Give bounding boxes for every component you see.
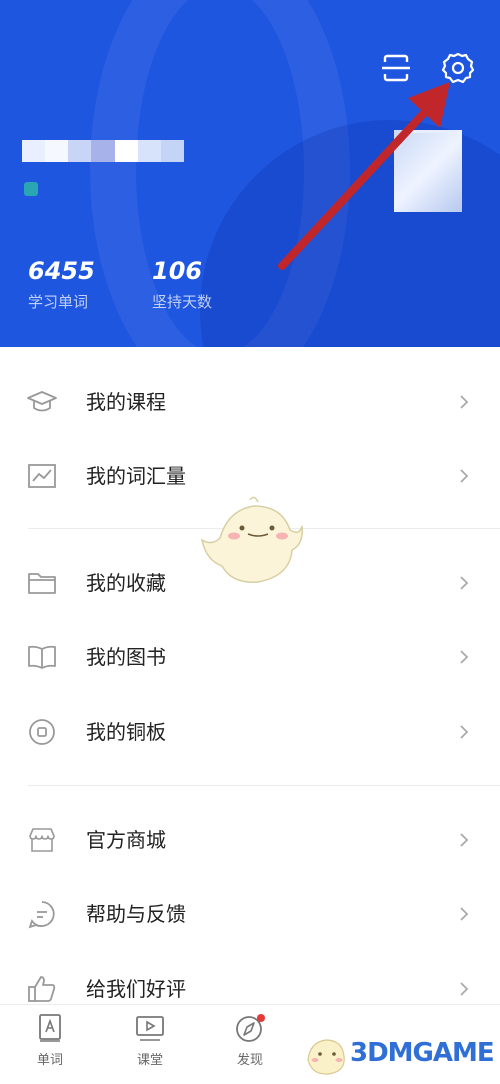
tab-classroom[interactable]: 课堂: [120, 1013, 180, 1083]
stat-days-value: 106: [152, 257, 203, 285]
chevron-right-icon: [460, 907, 469, 921]
chevron-right-icon: [460, 395, 469, 409]
section-divider: [28, 785, 500, 786]
menu-item-courses[interactable]: 我的课程: [0, 365, 500, 439]
chevron-right-icon: [460, 982, 469, 996]
settings-gear-icon[interactable]: [440, 50, 476, 86]
user-id-row: [24, 180, 38, 198]
tab-label: 课堂: [136, 1053, 163, 1068]
tab-label: 发现: [236, 1053, 263, 1068]
stat-days-label: 坚持天数: [152, 293, 213, 311]
stat-words-label: 学习单词: [28, 293, 89, 311]
compass-icon: [236, 1014, 265, 1042]
notification-badge: [257, 1014, 265, 1022]
menu-label: 我的铜板: [86, 720, 166, 744]
profile-header: 6455 学习单词 106 坚持天数: [0, 0, 500, 347]
stat-days: 106 坚持天数: [152, 256, 212, 312]
chevron-right-icon: [460, 725, 469, 739]
word-card-icon: [39, 1014, 61, 1042]
graduation-cap-icon: [27, 391, 57, 412]
stat-words-value: 6455: [28, 257, 95, 285]
menu-label: 我的词汇量: [86, 464, 186, 488]
stat-words: 6455 学习单词: [28, 256, 95, 312]
scan-icon[interactable]: [378, 50, 414, 86]
menu-item-store[interactable]: 官方商城: [0, 803, 500, 877]
chevron-right-icon: [460, 576, 469, 590]
menu-label: 我的收藏: [86, 571, 166, 595]
coin-icon: [29, 719, 55, 745]
menu-label: 帮助与反馈: [86, 902, 186, 926]
video-icon: [136, 1016, 164, 1041]
book-icon: [28, 645, 56, 669]
watermark-mascot-icon: [307, 1039, 345, 1075]
chevron-right-icon: [460, 650, 469, 664]
chevron-right-icon: [460, 469, 469, 483]
menu-label: 官方商城: [86, 828, 166, 852]
menu-item-coins[interactable]: 我的铜板: [0, 695, 500, 769]
tab-label: 单词: [36, 1053, 63, 1068]
menu-item-books[interactable]: 我的图书: [0, 620, 500, 694]
mascot-watermark-image: [200, 496, 304, 583]
menu-label: 我的图书: [86, 645, 166, 669]
username-redacted: [22, 140, 184, 162]
store-icon: [29, 828, 55, 852]
folder-icon: [28, 573, 56, 594]
site-watermark: 3DMGAME: [300, 1030, 500, 1080]
id-badge-icon: [24, 182, 38, 196]
avatar[interactable]: [394, 130, 462, 212]
chat-bubble-icon: [28, 901, 55, 929]
chart-icon: [28, 464, 56, 488]
thumbs-up-icon: [28, 976, 56, 1002]
chevron-right-icon: [460, 833, 469, 847]
tab-words[interactable]: 单词: [20, 1013, 80, 1083]
menu-label: 我的课程: [86, 390, 166, 414]
menu-item-help-feedback[interactable]: 帮助与反馈: [0, 877, 500, 951]
menu-label: 给我们好评: [86, 977, 186, 1001]
watermark-text: 3DMGAME: [350, 1038, 495, 1068]
tab-discover[interactable]: 发现: [220, 1013, 280, 1083]
